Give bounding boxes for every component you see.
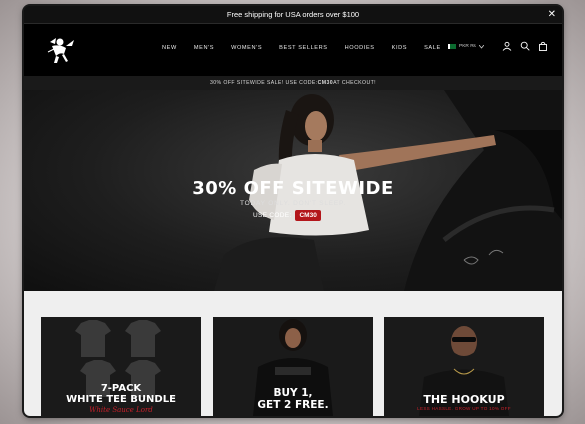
currency-label: PKR ₨ — [459, 44, 476, 49]
announcement-text: Free shipping for USA orders over $100 — [226, 10, 360, 19]
buy-one-title-line2: GET 2 FREE. — [257, 399, 329, 411]
tee-bundle-script: White Sauce Lord — [89, 406, 153, 414]
account-icon[interactable] — [502, 41, 512, 51]
close-icon[interactable]: ✕ — [548, 9, 556, 21]
cart-icon[interactable] — [538, 41, 548, 51]
product-card-tee-bundle[interactable]: 7-PACK WHITE TEE BUNDLE White Sauce Lord — [41, 317, 201, 416]
product-card-buy-one[interactable]: BUY 1, GET 2 FREE. — [213, 317, 373, 416]
nav-womens[interactable]: WOMEN'S — [231, 45, 262, 51]
hero-code-row: USE CODE: CM30 — [253, 210, 321, 221]
product-section: 7-PACK WHITE TEE BUNDLE White Sauce Lord… — [24, 291, 562, 416]
hookup-subtitle: LESS HASSLE. GROW UP TO 10% OFF — [417, 406, 511, 411]
hero-code-badge: CM30 — [295, 210, 321, 221]
pakistan-flag-icon — [448, 44, 456, 49]
site-header: NEW MEN'S WOMEN'S BEST SELLERS HOODIES K… — [24, 24, 562, 76]
hero-banner[interactable]: 30% OFF SITEWIDE TODAY ONLY. DON'T SLEEP… — [24, 90, 562, 291]
announcement-bar: Free shipping for USA orders over $100 ✕ — [24, 6, 562, 24]
hookup-title: THE HOOKUP — [423, 393, 505, 406]
currency-selector[interactable]: PKR ₨ — [448, 44, 484, 49]
promo-bar: 30% OFF SITEWIDE SALE! USE CODE: CM30 AT… — [24, 76, 562, 90]
product-card-hookup[interactable]: THE HOOKUP LESS HASSLE. GROW UP TO 10% O… — [384, 317, 544, 416]
nav-best-sellers[interactable]: BEST SELLERS — [279, 45, 327, 51]
hero-code-label: USE CODE: — [253, 212, 292, 219]
nav-new[interactable]: NEW — [162, 45, 177, 51]
promo-code: CM30 — [317, 80, 334, 86]
nav-sale[interactable]: SALE — [424, 45, 441, 51]
tee-bundle-title-line2: WHITE TEE BUNDLE — [66, 394, 176, 405]
promo-suffix: AT CHECKOUT! — [333, 80, 377, 86]
cupid-logo-icon[interactable] — [44, 32, 76, 66]
tee-bundle-title: 7-PACK WHITE TEE BUNDLE — [41, 383, 201, 405]
search-icon[interactable] — [520, 41, 530, 51]
hero-subtitle: TODAY ONLY. DON'T SLEEP. — [240, 200, 346, 207]
hero-title: 30% OFF SITEWIDE — [192, 178, 394, 199]
nav-mens[interactable]: MEN'S — [194, 45, 214, 51]
nav-hoodies[interactable]: HOODIES — [345, 45, 375, 51]
buy-one-title: BUY 1, GET 2 FREE. — [213, 387, 373, 411]
promo-text: 30% OFF SITEWIDE SALE! USE CODE: — [209, 80, 318, 86]
chevron-down-icon — [478, 44, 484, 49]
header-icons — [502, 41, 548, 51]
tee-bundle-title-line1: 7-PACK — [100, 383, 142, 394]
nav-kids[interactable]: KIDS — [392, 45, 407, 51]
main-nav: NEW MEN'S WOMEN'S BEST SELLERS HOODIES K… — [162, 45, 458, 51]
browser-frame: Free shipping for USA orders over $100 ✕… — [24, 6, 562, 416]
buy-one-title-line1: BUY 1, — [273, 387, 313, 399]
